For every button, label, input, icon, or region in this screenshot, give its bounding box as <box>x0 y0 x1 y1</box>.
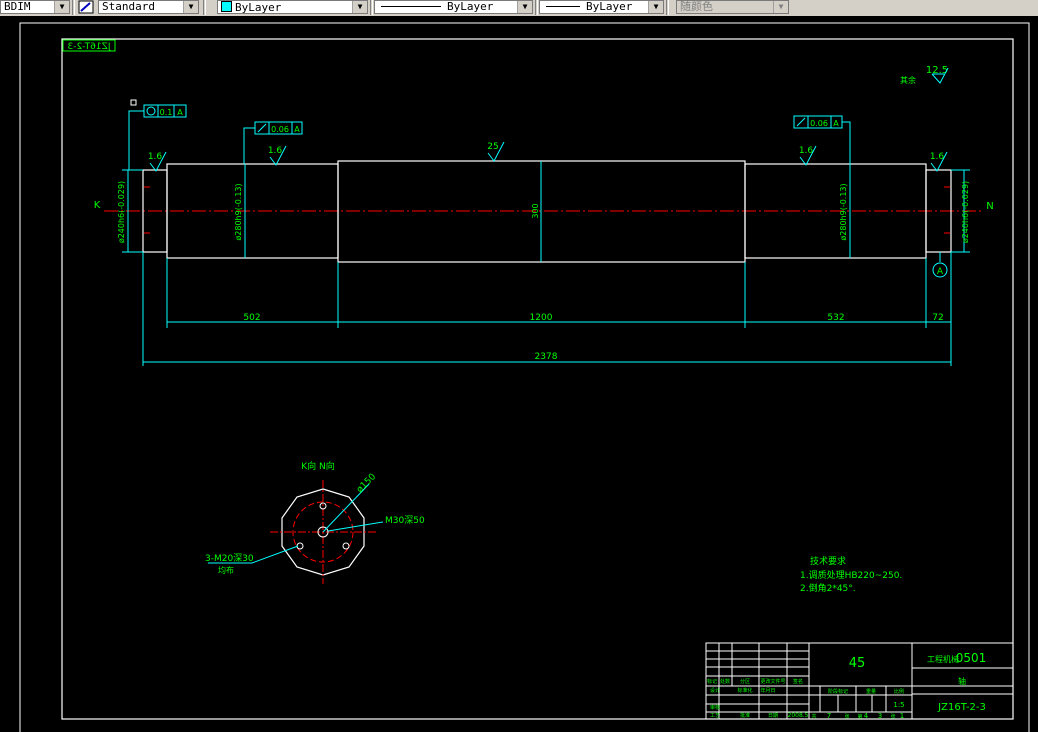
dim-502: 502 <box>243 313 260 323</box>
runout-symbol-icon <box>146 106 156 116</box>
svg-text:共: 共 <box>811 713 816 720</box>
tolerance-left-runout-datum: A <box>177 108 183 117</box>
roughness-general-note: 其余 <box>900 75 916 85</box>
svg-text:分区: 分区 <box>740 678 750 685</box>
dim-2378: 2378 <box>535 352 558 362</box>
toolbar-separator <box>203 0 206 15</box>
titleblock-code: 0501 <box>956 651 987 665</box>
svg-text:更改文件号: 更改文件号 <box>760 678 785 685</box>
titleblock-scale: 1:5 <box>893 701 904 709</box>
linetype-dropdown[interactable]: ByLayer ▼ <box>374 0 533 14</box>
toolbar-separator <box>72 0 75 15</box>
dim-left-journal: ø240h6(-0.029) <box>117 181 126 243</box>
drawing-canvas[interactable]: JZ16T-2-3 12.5 其余 K N ø240h6(-0.029) ø28… <box>0 16 1038 732</box>
dimstyle-value: BDIM <box>4 0 31 13</box>
svg-text:张: 张 <box>844 713 849 720</box>
textstyle-icon[interactable] <box>78 0 94 14</box>
titleblock-num-3: 3 <box>878 712 882 720</box>
dim-center-diameter: 300 <box>531 203 540 218</box>
dim-72: 72 <box>932 313 943 323</box>
svg-text:审核: 审核 <box>710 704 720 711</box>
datum-a-label: A <box>937 267 944 277</box>
titleblock-unit-label: 工程机械 <box>927 654 959 664</box>
detail-pcd: ø150 <box>355 472 378 495</box>
dim-1200: 1200 <box>530 313 553 323</box>
textstyle-dropdown[interactable]: Standard ▼ <box>98 0 199 14</box>
titleblock-part-name: 轴 <box>958 676 966 686</box>
tech-line-1: 1.调质处理HB220~250. <box>800 569 902 581</box>
dim-right-shoulder: ø280h9(-0.13) <box>839 183 848 240</box>
color-swatch-icon <box>221 1 232 12</box>
titleblock-drawing-no: JZ16T-2-3 <box>937 702 986 713</box>
roughness-center: 25 <box>487 142 498 152</box>
svg-text:签名: 签名 <box>793 678 803 685</box>
end-view-detail <box>208 480 384 584</box>
label-k: K <box>94 200 101 211</box>
svg-text:年月日: 年月日 <box>760 687 775 694</box>
roughness-right-shoulder: 1.6 <box>799 146 814 156</box>
roughness-left-journal: 1.6 <box>148 152 163 162</box>
svg-text:设计: 设计 <box>710 687 720 694</box>
runout-arrow-icon <box>796 117 806 127</box>
detail-holes: 3-M20深30 <box>205 553 254 564</box>
detail-title: K向 N向 <box>301 460 335 472</box>
titleblock-num-4: 4 <box>864 712 869 720</box>
svg-text:比例: 比例 <box>894 688 904 695</box>
textstyle-value: Standard <box>102 0 155 13</box>
chevron-down-icon[interactable]: ▼ <box>54 1 69 13</box>
lineweight-value: ByLayer <box>586 0 633 13</box>
toolbar-separator <box>666 0 669 15</box>
svg-text:日期: 日期 <box>768 713 778 719</box>
svg-text:阶段标记: 阶段标记 <box>828 688 848 695</box>
layer-color-value: ByLayer <box>235 1 282 14</box>
svg-text:标记: 标记 <box>707 678 717 685</box>
toolbar-separator <box>535 0 538 15</box>
svg-text:重量: 重量 <box>866 688 876 695</box>
plotstyle-dropdown: 随颜色 ▼ <box>676 0 789 14</box>
dimstyle-dropdown[interactable]: BDIM ▼ <box>0 0 70 14</box>
border-title-mirrored: JZ16T-2-3 <box>68 42 112 52</box>
chevron-down-icon: ▼ <box>773 1 788 13</box>
plotstyle-value: 随颜色 <box>680 0 713 13</box>
drawing-inner-border <box>61 38 1014 720</box>
toolbar-separator <box>370 0 373 15</box>
svg-text:处数: 处数 <box>720 678 730 685</box>
linetype-value: ByLayer <box>447 0 494 13</box>
svg-text:张: 张 <box>890 713 895 720</box>
linetype-glyph-icon <box>381 6 441 7</box>
titleblock-material: 45 <box>849 656 866 671</box>
tech-title: 技术要求 <box>810 555 846 567</box>
dim-532: 532 <box>827 313 844 323</box>
drawing-outer-border <box>19 22 1030 732</box>
svg-text:工艺: 工艺 <box>710 713 720 719</box>
chevron-down-icon[interactable]: ▼ <box>648 1 663 13</box>
tech-line-2: 2.倒角2*45°. <box>800 582 856 594</box>
detail-holes-note: 均布 <box>218 565 234 575</box>
dim-right-journal: ø240h6(-0.029) <box>961 181 970 243</box>
properties-toolbar: BDIM ▼ Standard ▼ ByLayer ▼ ByLayer ▼ By… <box>0 0 1038 17</box>
tolerance-left-datum: A <box>294 125 300 134</box>
titleblock-year: 2008.5 <box>788 712 809 719</box>
detail-center-hole: M30深50 <box>385 515 425 526</box>
chevron-down-icon[interactable]: ▼ <box>183 1 198 13</box>
tolerance-right-datum: A <box>833 119 839 128</box>
tolerance-left-value: 0.06 <box>271 125 289 134</box>
titleblock-num-7: 7 <box>827 712 831 720</box>
lineweight-dropdown[interactable]: ByLayer ▼ <box>539 0 664 14</box>
layer-color-dropdown[interactable]: ByLayer ▼ <box>217 0 368 14</box>
tolerance-right-value: 0.06 <box>810 119 828 128</box>
titleblock-num-1: 1 <box>900 712 904 720</box>
dim-left-shoulder: ø280h9(-0.13) <box>234 183 243 240</box>
runout-arrow-icon <box>257 123 267 133</box>
svg-text:标准化: 标准化 <box>737 687 752 694</box>
chevron-down-icon[interactable]: ▼ <box>517 1 532 13</box>
roughness-right-journal: 1.6 <box>930 152 945 162</box>
svg-text:批准: 批准 <box>740 712 750 719</box>
chevron-down-icon[interactable]: ▼ <box>352 1 367 13</box>
lineweight-glyph-icon <box>546 6 580 7</box>
roughness-left-shoulder: 1.6 <box>268 146 283 156</box>
tolerance-left-runout-value: 0.1 <box>160 108 173 117</box>
svg-text:第: 第 <box>857 713 862 720</box>
label-n: N <box>986 201 993 212</box>
